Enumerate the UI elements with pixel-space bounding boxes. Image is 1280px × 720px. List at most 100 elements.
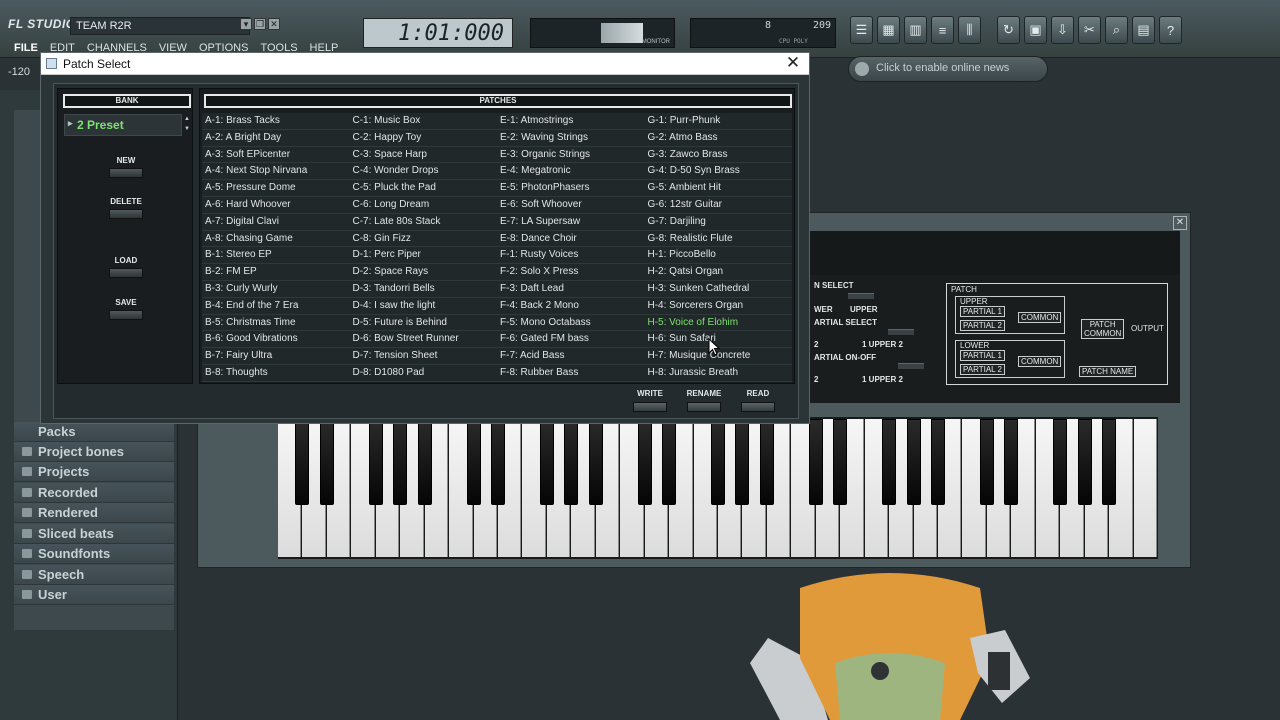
patch-item[interactable]: B-1: Stereo EP <box>202 247 350 265</box>
read-button-face[interactable] <box>741 402 775 412</box>
patch-item[interactable]: D-8: D1080 Pad <box>349 364 497 382</box>
dialog-close-icon[interactable]: ✕ <box>783 54 803 74</box>
patch-item[interactable]: F-1: Rusty Voices <box>497 247 645 265</box>
black-key[interactable] <box>882 419 897 505</box>
delete-button-face[interactable] <box>109 209 143 219</box>
patch-item[interactable]: C-1: Music Box <box>349 113 497 130</box>
patch-item[interactable]: E-5: PhotonPhasers <box>497 180 645 197</box>
browser-item-speech[interactable]: Speech <box>14 565 174 585</box>
piano-roll-icon[interactable]: ▥ <box>904 16 927 44</box>
black-key[interactable] <box>539 419 554 505</box>
patch-item[interactable]: A-6: Hard Whoover <box>202 196 350 214</box>
rename-button[interactable]: RENAME <box>686 389 722 412</box>
black-key[interactable] <box>368 419 383 505</box>
partial-select-button[interactable] <box>888 329 914 335</box>
patch-item[interactable]: A-3: Soft EPicenter <box>202 146 350 164</box>
mixer-icon[interactable]: ⫼ <box>958 16 981 44</box>
black-key[interactable] <box>393 419 408 505</box>
search-icon[interactable]: ⌕ <box>1105 16 1128 44</box>
black-key[interactable] <box>833 419 848 505</box>
browser-item-projects[interactable]: Projects <box>14 462 174 482</box>
patch-item[interactable]: F-8: Rubber Bass <box>497 364 645 382</box>
patch-item[interactable]: F-5: Mono Octabass <box>497 314 645 332</box>
save-icon[interactable]: ▣ <box>1024 16 1047 44</box>
patch-item[interactable]: E-3: Organic Strings <box>497 146 645 164</box>
patch-item[interactable]: D-4: I saw the light <box>349 297 497 315</box>
black-key[interactable] <box>906 419 921 505</box>
patch-item[interactable]: D-5: Future is Behind <box>349 314 497 332</box>
patch-item[interactable]: A-4: Next Stop Nirvana <box>202 163 350 181</box>
patch-item[interactable]: G-2: Atmo Bass <box>644 129 792 147</box>
tools-icon[interactable]: ✂ <box>1078 16 1101 44</box>
black-key[interactable] <box>711 419 725 505</box>
delete-bank-button[interactable]: DELETE <box>108 197 144 219</box>
project-title[interactable]: TEAM R2R <box>70 17 250 35</box>
online-news-bar[interactable]: Click to enable online news <box>848 56 1048 82</box>
document-icon[interactable]: ▤ <box>1132 16 1155 44</box>
patch-item[interactable]: E-7: LA Supersaw <box>497 213 645 231</box>
browser-icon[interactable]: ≡ <box>931 16 954 44</box>
patch-item[interactable]: G-5: Ambient Hit <box>644 180 792 197</box>
menu-file[interactable]: FILE <box>14 42 38 54</box>
patch-item[interactable]: E-6: Soft Whoover <box>497 196 645 214</box>
patch-item[interactable]: E-8: Dance Choir <box>497 230 645 248</box>
patch-item[interactable]: A-1: Brass Tacks <box>202 113 350 130</box>
patch-item[interactable]: B-6: Good Vibrations <box>202 331 350 349</box>
patch-item[interactable]: C-6: Long Dream <box>349 196 497 214</box>
black-key[interactable] <box>295 419 310 505</box>
patch-item[interactable]: G-8: Realistic Flute <box>644 230 792 248</box>
patch-item[interactable]: E-1: Atmostrings <box>497 113 645 130</box>
patch-item[interactable]: B-7: Fairy Ultra <box>202 348 350 365</box>
black-key[interactable] <box>931 419 945 505</box>
bank-scroll-arrows[interactable]: ▲ ▼ <box>183 114 191 136</box>
black-key[interactable] <box>319 419 334 505</box>
patch-item[interactable]: H-8: Jurassic Breath <box>644 364 792 382</box>
piano-keyboard[interactable] <box>278 417 1158 559</box>
playlist-icon[interactable]: ☰ <box>850 16 873 44</box>
browser-item-project-bones[interactable]: Project bones <box>14 442 174 462</box>
read-button[interactable]: READ <box>740 389 776 412</box>
patch-item[interactable]: G-1: Purr-Phunk <box>644 113 792 130</box>
black-key[interactable] <box>1004 419 1019 505</box>
save-bank-button[interactable]: SAVE <box>108 298 144 320</box>
black-key[interactable] <box>1102 419 1117 505</box>
patch-item[interactable]: F-7: Acid Bass <box>497 348 645 365</box>
patch-item[interactable]: E-4: Megatronic <box>497 163 645 181</box>
save-button-face[interactable] <box>109 310 143 320</box>
rename-button-face[interactable] <box>687 402 721 412</box>
black-key[interactable] <box>979 419 994 505</box>
patch-item[interactable]: C-2: Happy Toy <box>349 129 497 147</box>
restore-icon[interactable]: ❐ <box>254 18 266 30</box>
patch-item[interactable]: D-3: Tandorri Bells <box>349 280 497 298</box>
black-key[interactable] <box>1053 419 1068 505</box>
partial-on-button[interactable] <box>898 363 924 369</box>
browser-item-sliced-beats[interactable]: Sliced beats <box>14 524 174 544</box>
patch-item[interactable]: F-2: Solo X Press <box>497 264 645 281</box>
patch-item[interactable]: F-6: Gated FM bass <box>497 331 645 349</box>
browser-item-user[interactable]: User <box>14 585 174 605</box>
patch-item[interactable]: C-3: Space Harp <box>349 146 497 164</box>
black-key[interactable] <box>759 419 774 505</box>
patch-item[interactable]: C-8: Gin Fizz <box>349 230 497 248</box>
new-button-face[interactable] <box>109 168 143 178</box>
patch-item[interactable]: D-6: Bow Street Runner <box>349 331 497 349</box>
patch-item[interactable]: H-4: Sorcerers Organ <box>644 297 792 315</box>
browser-item-soundfonts[interactable]: Soundfonts <box>14 544 174 564</box>
bank-selector[interactable]: 2 Preset <box>64 114 182 136</box>
close-icon[interactable]: ✕ <box>268 18 280 30</box>
minimize-icon[interactable]: ▾ <box>240 18 252 30</box>
write-button[interactable]: WRITE <box>632 389 668 412</box>
patch-item[interactable]: E-2: Waving Strings <box>497 129 645 147</box>
patch-item[interactable]: H-2: Qatsi Organ <box>644 264 792 281</box>
browser-item-rendered[interactable]: Rendered <box>14 503 174 523</box>
black-key[interactable] <box>662 419 677 505</box>
patch-item[interactable]: B-8: Thoughts <box>202 364 350 382</box>
black-key[interactable] <box>417 419 432 505</box>
patch-item[interactable]: H-3: Sunken Cathedral <box>644 280 792 298</box>
load-button-face[interactable] <box>109 268 143 278</box>
patch-item[interactable]: G-3: Zawco Brass <box>644 146 792 164</box>
patch-item[interactable]: H-1: PiccoBello <box>644 247 792 265</box>
browser-item-packs[interactable]: Packs <box>14 422 174 442</box>
browser-item-recorded[interactable]: Recorded <box>14 483 174 503</box>
plugin-close-icon[interactable]: ✕ <box>1173 216 1187 230</box>
